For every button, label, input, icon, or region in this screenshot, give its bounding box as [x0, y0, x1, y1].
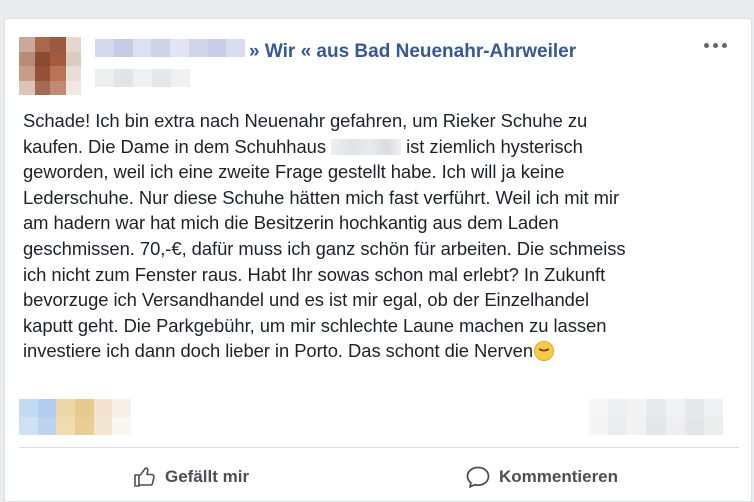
page-background: [0, 0, 754, 18]
divider: [19, 447, 739, 448]
post-text: Schade! Ich bin extra nach Neuenahr gefa…: [23, 108, 733, 364]
reactions-redacted[interactable]: [19, 399, 131, 435]
like-label: Gefällt mir: [165, 467, 250, 486]
post-text-line: investiere ich dann doch lieber in Porto…: [23, 338, 733, 364]
thumbs-up-icon: [134, 467, 155, 487]
post-text-line: kaufen. Die Dame in dem Schuhhaus ist zi…: [23, 134, 733, 160]
timestamp-redacted: [95, 69, 190, 87]
comment-label: Kommentieren: [499, 467, 619, 486]
like-button[interactable]: Gefällt mir: [133, 459, 249, 495]
persevering-face-icon: [534, 341, 555, 362]
post-text-segment: kaufen. Die Dame in dem Schuhhaus: [23, 135, 326, 157]
post-text-line: Lederschuhe. Nur diese Schuhe hätten mic…: [23, 186, 620, 208]
shop-name-redacted: [331, 138, 402, 155]
post-text-line: bevorzuge ich Versandhandel und es ist m…: [23, 289, 590, 311]
post-text-line: am hadern war hat mich die Besitzerin ho…: [23, 212, 559, 234]
post-text-line: geworden, weil ich eine zweite Frage ges…: [23, 161, 565, 183]
post-text-segment: investiere ich dann doch lieber in Porto…: [23, 340, 534, 362]
speech-bubble-icon: [466, 466, 490, 488]
post-text-line: ich nicht zum Fenster raus. Habt Ihr sow…: [23, 263, 606, 285]
post-text-line: Schade! Ich bin extra nach Neuenahr gefa…: [23, 110, 588, 131]
author-name-redacted[interactable]: [95, 39, 245, 57]
comment-count-redacted[interactable]: [589, 399, 723, 435]
group-link[interactable]: » Wir « aus Bad Neuenahr-Ahrweiler: [249, 41, 576, 63]
more-options-icon[interactable]: [700, 37, 730, 53]
comment-button[interactable]: Kommentieren: [465, 459, 618, 495]
post-text-line: geschmissen. 70,-€, dafür muss ich ganz …: [23, 237, 626, 259]
post-text-segment: ist ziemlich hysterisch: [406, 135, 583, 157]
post-card: » Wir « aus Bad Neuenahr-Ahrweiler Schad…: [4, 18, 752, 502]
avatar[interactable]: [19, 37, 81, 95]
post-text-line: kaputt geht. Die Parkgebühr, um mir schl…: [23, 314, 607, 336]
